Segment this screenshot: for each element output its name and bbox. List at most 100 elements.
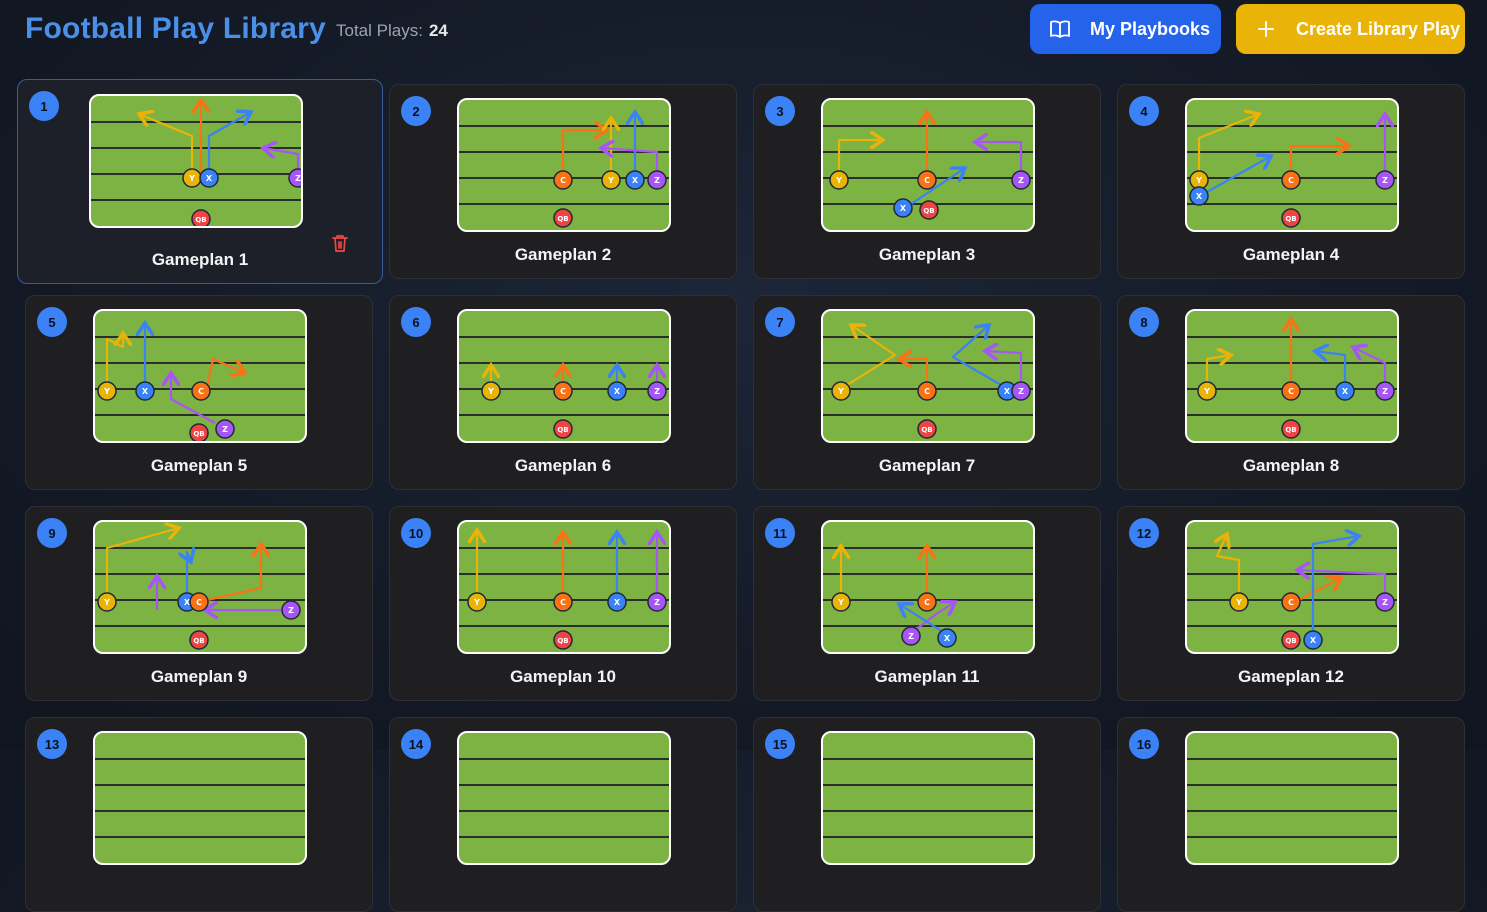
play-diagram[interactable]: Y X C Z QB [93,520,307,654]
svg-text:QB: QB [557,426,568,434]
svg-text:QB: QB [193,430,204,438]
svg-text:X: X [1004,387,1011,396]
player-y: Y [831,381,851,401]
play-diagram[interactable]: Y X Z QB [89,94,303,228]
route-c [206,544,261,602]
page-title: Football Play Library [25,12,326,45]
play-card[interactable]: 2 C Y X Z QB Gameplan 2 [389,84,737,279]
play-card[interactable]: 9 Y X C Z QB Gameplan 9 [25,506,373,701]
route-z [975,142,1023,172]
play-diagram[interactable]: Y C Z QB X [1185,520,1399,654]
play-diagram[interactable] [457,731,671,865]
svg-text:Z: Z [654,598,660,607]
play-diagram[interactable]: C Y X Z QB [457,98,671,232]
create-library-play-button[interactable]: Create Library Play [1236,4,1465,54]
my-playbooks-button[interactable]: My Playbooks [1030,4,1221,54]
play-name: Gameplan 11 [874,667,980,686]
svg-text:QB: QB [557,215,568,223]
play-card[interactable]: 11 Y C Z X Gameplan 11 [753,506,1101,701]
player-qb: QB [1281,419,1301,439]
play-card[interactable]: 1 Y X Z QB Gameplan 1 [17,79,383,284]
player-y: Y [1229,592,1249,612]
play-number-badge: 8 [1129,307,1159,337]
route-c [1298,578,1341,601]
player-z: Z [901,626,921,646]
player-y: Y [97,381,117,401]
total-plays-value: 24 [428,21,448,40]
play-card[interactable]: 14 [389,717,737,912]
player-z: Z [288,168,301,188]
player-x: X [607,592,627,612]
play-diagram[interactable]: Y C Z X QB [821,98,1035,232]
book-open-icon [1050,19,1070,39]
player-c: C [1281,381,1301,401]
play-card[interactable]: 3 Y C Z X QB Gameplan 3 [753,84,1101,279]
create-library-play-label: Create Library Play [1296,18,1461,39]
player-c: C [553,381,573,401]
play-diagram[interactable] [1185,731,1399,865]
play-card[interactable]: 4 Y X C Z QB Gameplan 4 [1117,84,1465,279]
play-diagram[interactable]: Y C X Z QB [1185,309,1399,443]
svg-text:X: X [1196,192,1203,201]
svg-text:C: C [1288,598,1294,607]
play-diagram[interactable]: Y C X Z QB [457,309,671,443]
play-name: Gameplan 5 [150,456,248,475]
player-y: Y [831,592,851,612]
player-x: X [1335,381,1355,401]
player-c: C [1281,592,1301,612]
play-card[interactable]: 16 [1117,717,1465,912]
play-diagram[interactable] [93,731,307,865]
play-card[interactable]: 15 [753,717,1101,912]
player-c: C [191,381,211,401]
svg-text:Z: Z [1018,176,1024,185]
route-y [846,325,897,386]
svg-text:QB: QB [1285,215,1296,223]
plus-icon [1256,19,1276,39]
route-x [1206,156,1271,193]
play-card[interactable]: 7 Y C X Z QB Gameplan 7 [753,295,1101,490]
total-plays-label: Total Plays: [336,21,423,40]
play-card[interactable]: 10 Y C X Z QB Gameplan 10 [389,506,737,701]
route-x [1311,536,1359,632]
play-number-badge: 5 [37,307,67,337]
player-qb: QB [1281,208,1301,228]
play-diagram[interactable] [821,731,1035,865]
play-diagram[interactable]: Y C X Z QB [821,309,1035,443]
route-y [837,140,883,172]
play-number-badge: 6 [401,307,431,337]
svg-text:X: X [1310,636,1317,645]
trash-icon[interactable] [331,233,349,253]
play-diagram[interactable]: Y C X Z QB [457,520,671,654]
svg-text:Y: Y [487,387,494,396]
play-card[interactable]: 6 Y C X Z QB Gameplan 6 [389,295,737,490]
play-card[interactable]: 13 [25,717,373,912]
svg-text:Y: Y [188,174,195,183]
play-number-badge: 14 [401,729,431,759]
play-card[interactable]: 8 Y C X Z QB Gameplan 8 [1117,295,1465,490]
play-card[interactable]: 12 Y C Z QB X Gameplan 12 [1117,506,1465,701]
play-number-badge: 4 [1129,96,1159,126]
svg-text:QB: QB [1285,426,1296,434]
svg-text:C: C [198,387,204,396]
player-c: C [189,592,209,612]
play-card[interactable]: 5 Y X C QB Z Gameplan 5 [25,295,373,490]
route-y [105,528,179,594]
player-qb: QB [189,630,209,650]
player-qb: QB [1281,630,1301,650]
play-name: Gameplan 2 [514,245,612,264]
svg-text:Z: Z [222,425,228,434]
play-diagram[interactable]: Y X C QB Z [93,309,307,443]
play-number-badge: 3 [765,96,795,126]
player-z: Z [647,592,667,612]
play-diagram[interactable]: Y X C Z QB [1185,98,1399,232]
play-number-badge: 13 [37,729,67,759]
route-x [1315,351,1347,383]
route-z [263,148,300,170]
play-number-badge: 15 [765,729,795,759]
play-diagram[interactable]: Y C Z X [821,520,1035,654]
player-c: C [917,381,937,401]
player-y: Y [601,170,621,190]
svg-text:Z: Z [908,632,914,641]
player-x: X [625,170,645,190]
svg-text:C: C [1288,176,1294,185]
